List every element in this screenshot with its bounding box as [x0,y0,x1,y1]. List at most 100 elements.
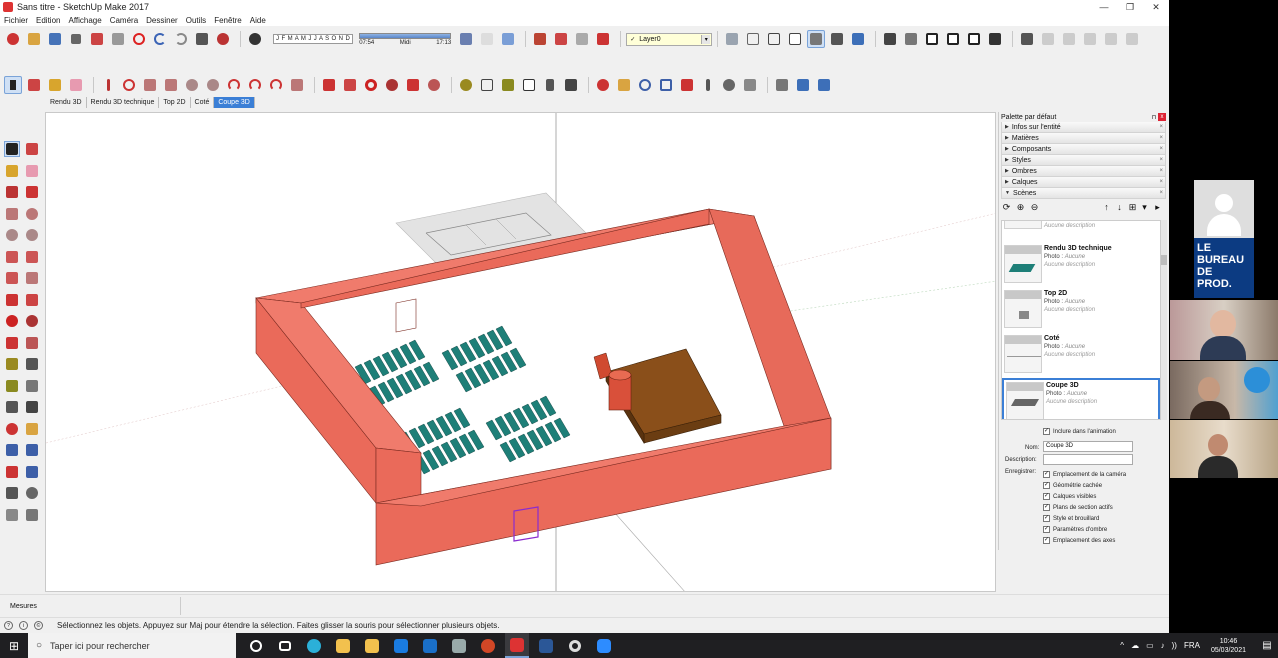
menu-camera[interactable]: Caméra [110,16,138,25]
zoom-tool-icon[interactable] [636,76,654,94]
xray-icon[interactable] [723,30,741,48]
scene-list-scrollbar[interactable] [1161,220,1167,420]
share-model-icon[interactable] [478,30,496,48]
iso-view-icon[interactable] [881,30,899,48]
3d-text-icon[interactable] [562,76,580,94]
model-info-icon[interactable] [214,30,232,48]
look-around-icon[interactable] [720,76,738,94]
participant-tile-logo[interactable]: LE BUREAU DE PROD. [1194,180,1254,298]
right-view-icon[interactable] [944,30,962,48]
section-plane-icon[interactable] [24,507,40,523]
maximize-button[interactable]: ❐ [1117,0,1143,14]
solid-subtract-icon[interactable] [1081,30,1099,48]
add-scene-icon[interactable]: ⊕ [1015,202,1026,213]
make-component-icon[interactable] [24,141,40,157]
tab-top-2d[interactable]: Top 2D [159,97,191,108]
scale-tool-icon[interactable] [4,335,20,351]
cut-icon[interactable] [67,30,85,48]
scale-tool-icon[interactable] [404,76,422,94]
shaded-textures-icon[interactable] [828,30,846,48]
panel-close-icon[interactable]: × [1159,168,1163,174]
freehand-tool-icon[interactable] [24,184,40,200]
battery-icon[interactable]: ▭ [1146,641,1154,650]
make-component-icon[interactable] [25,76,43,94]
info-icon[interactable]: i [19,621,28,630]
push-pull-icon[interactable] [24,292,40,308]
component-options-icon[interactable] [552,30,570,48]
look-around-icon[interactable] [24,485,40,501]
details-toggle-icon[interactable]: ▸ [1152,202,1163,213]
front-view-icon[interactable] [923,30,941,48]
two-point-arc-icon[interactable] [24,249,40,265]
save-option-checkbox[interactable]: ✓ [1043,471,1050,478]
redo-icon[interactable] [172,30,190,48]
save-option-row[interactable]: ✓ Calques visibles [1043,493,1096,500]
rotate-tool-icon[interactable] [4,313,20,329]
text-tool-icon[interactable] [24,378,40,394]
scene-item-top-2d[interactable]: Top 2D Photo : Aucune Aucune description [1002,288,1160,332]
panel-close-icon[interactable]: × [1159,179,1163,185]
circle-tool-icon[interactable] [183,76,201,94]
dimension-tool-icon[interactable] [478,76,496,94]
getting-started-icon[interactable] [4,30,22,48]
model-view[interactable] [46,113,996,592]
protractor-icon[interactable] [499,76,517,94]
menu-outils[interactable]: Outils [186,16,206,25]
position-camera-icon[interactable] [4,485,20,501]
save-option-row[interactable]: ✓ Emplacement de la caméra [1043,471,1126,478]
scene-item-rendu-3d[interactable]: Aucune description [1002,221,1160,233]
scene-description-field[interactable] [1043,454,1133,465]
panel-close-icon[interactable]: × [1159,146,1163,152]
follow-me-icon[interactable] [24,313,40,329]
save-option-checkbox[interactable]: ✓ [1043,482,1050,489]
dimension-tool-icon[interactable] [24,356,40,372]
panel-styles[interactable]: ▶ Styles × [1001,155,1166,166]
three-point-arc-icon[interactable] [267,76,285,94]
language-indicator[interactable]: FRA [1184,641,1200,650]
powerpoint-icon[interactable] [476,633,500,658]
panel-scenes[interactable]: ▼ Scènes × [1001,188,1166,199]
undo-icon[interactable] [151,30,169,48]
axes-tool-icon[interactable] [4,399,20,415]
credits-icon[interactable]: © [34,621,43,630]
solid-intersect-icon[interactable] [1039,30,1057,48]
top-view-icon[interactable] [902,30,920,48]
eraser-icon[interactable] [67,76,85,94]
freehand-tool-icon[interactable] [120,76,138,94]
store-icon[interactable] [360,633,384,658]
clock[interactable]: 10:46 05/03/2021 [1211,637,1246,655]
zoom-window-icon[interactable] [657,76,675,94]
erase-icon[interactable] [130,30,148,48]
update-scene-icon[interactable]: ⟳ [1001,202,1012,213]
hidden-line-icon[interactable] [786,30,804,48]
participant-video-2[interactable] [1170,361,1278,419]
three-point-arc-icon[interactable] [4,270,20,286]
3d-text-icon[interactable] [24,399,40,415]
move-scene-down-icon[interactable]: ↓ [1114,202,1125,213]
eraser-icon[interactable] [24,163,40,179]
save-option-row[interactable]: ✓ Plans de section actifs [1043,504,1113,511]
save-icon[interactable] [46,30,64,48]
panel-close-icon[interactable]: × [1159,135,1163,141]
rotate-tool-icon[interactable] [362,76,380,94]
shaded-icon[interactable] [807,30,826,48]
shadow-date-slider[interactable]: J F M A M J J A S O N D [273,34,354,44]
axes-tool-icon[interactable] [541,76,559,94]
scrollbar-thumb[interactable] [1161,255,1167,265]
show-hidden-icons-icon[interactable]: ^ [1120,641,1124,650]
layer-dropdown[interactable]: ✓ Layer0 ▾ [626,32,713,46]
save-option-checkbox[interactable]: ✓ [1043,537,1050,544]
back-view-icon[interactable] [965,30,983,48]
tab-cote[interactable]: Coté [191,97,215,108]
text-tool-icon[interactable] [520,76,538,94]
network-icon[interactable]: )) [1172,641,1177,650]
solid-trim-icon[interactable] [1102,30,1120,48]
scene-item-rendu-3d-technique[interactable]: Rendu 3D technique Photo : Aucune Aucune… [1002,243,1160,287]
arc-tool-icon[interactable] [4,249,20,265]
tray-close-icon[interactable]: x [1158,113,1166,121]
view-options-dropdown-icon[interactable]: ▾ [1139,202,1150,213]
file-explorer-icon[interactable] [331,633,355,658]
rectangle-tool-icon[interactable] [141,76,159,94]
back-edges-icon[interactable] [744,30,762,48]
tape-measure-icon[interactable] [4,356,20,372]
